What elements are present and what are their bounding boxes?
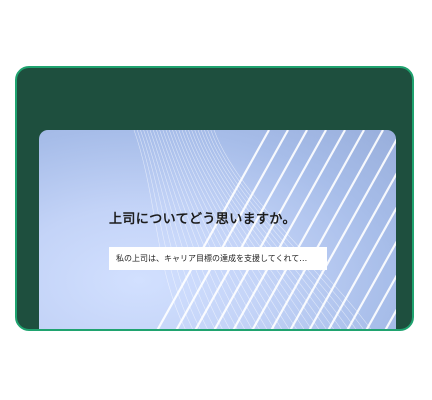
- survey-question: 上司についてどう思いますか。: [109, 212, 296, 227]
- background-line-pattern: [133, 130, 396, 329]
- survey-card: 上司についてどう思いますか。 私の上司は、キャリア目標の達成を支援してくれて…: [39, 130, 396, 329]
- survey-frame: 上司についてどう思いますか。 私の上司は、キャリア目標の達成を支援してくれて…: [15, 66, 414, 331]
- answer-field[interactable]: 私の上司は、キャリア目標の達成を支援してくれて…: [109, 247, 327, 270]
